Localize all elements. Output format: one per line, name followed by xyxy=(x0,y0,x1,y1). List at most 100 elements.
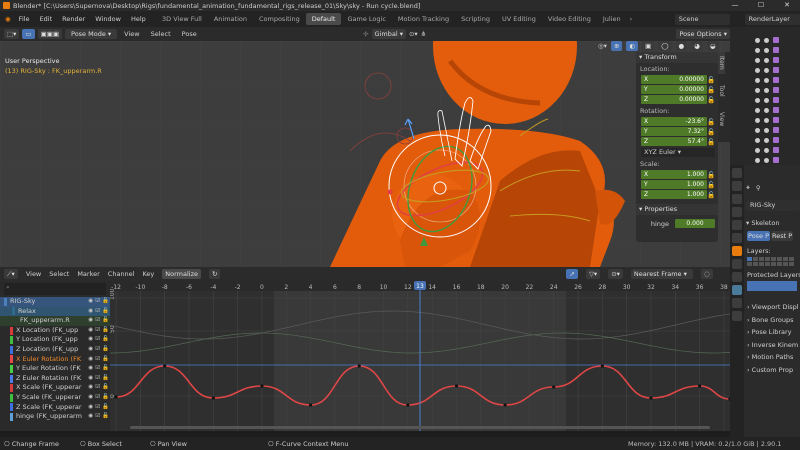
bone-tab-icon[interactable] xyxy=(732,298,742,308)
visibility-eye-icon[interactable] xyxy=(755,117,760,123)
bone-layer-grid[interactable] xyxy=(747,257,795,266)
rotation-z-field[interactable]: Z 57.4° xyxy=(641,137,707,146)
workspace-tab-scripting[interactable]: Scripting xyxy=(455,13,496,25)
channel-lock-icon[interactable]: 🔓 xyxy=(101,345,110,355)
menu-window[interactable]: Window xyxy=(90,15,126,23)
gizmo-toggle-icon[interactable]: ⊕ xyxy=(610,41,623,51)
graph-menu-select[interactable]: Select xyxy=(49,270,69,278)
fcurve-graph[interactable]: -12 -10 -8 -6 -4 -2 0 2 4 6 8 10 12 14 16 18 20 22 24 26 28 3… xyxy=(110,281,730,431)
channel-row[interactable]: Y Location (FK_upp ◉ ☑ 🔓 xyxy=(0,335,110,345)
editor-type-button[interactable]: ⬚▾ xyxy=(4,29,20,39)
modifier-tab-icon[interactable] xyxy=(732,259,742,269)
render-camera-icon[interactable] xyxy=(773,47,779,53)
lock-icon[interactable]: 🔓 xyxy=(707,191,715,199)
viewport-eye-icon[interactable] xyxy=(764,137,769,143)
scene-selector[interactable]: Scene xyxy=(674,13,731,25)
bone-data-icon[interactable]: ⚹ xyxy=(746,183,750,192)
render-camera-icon[interactable] xyxy=(773,67,779,73)
channel-row[interactable]: X Euler Rotation (FK ◉ ☑ 🔓 xyxy=(0,355,110,365)
channel-visibility-icon[interactable]: ◉ xyxy=(87,355,94,365)
outliner-row[interactable] xyxy=(730,145,800,155)
channel-checkbox-icon[interactable]: ☑ xyxy=(94,374,101,384)
visibility-eye-icon[interactable] xyxy=(755,77,760,83)
lock-icon[interactable]: 🔓 xyxy=(707,76,715,84)
location-z-field[interactable]: Z 0.00000 xyxy=(641,95,707,104)
render-camera-icon[interactable] xyxy=(773,137,779,143)
channel-lock-icon[interactable]: 🔓 xyxy=(101,316,110,326)
panel-pose-library[interactable]: › Pose Library xyxy=(747,326,800,339)
sidebar-tab-tool[interactable]: Tool xyxy=(718,80,725,102)
orientation-selector[interactable]: Gimbal ▾ xyxy=(371,29,406,39)
visibility-eye-icon[interactable] xyxy=(755,127,760,133)
lock-icon[interactable]: 🔓 xyxy=(707,118,715,126)
render-layer-selector[interactable]: RenderLayer xyxy=(744,13,800,25)
menu-render[interactable]: Render xyxy=(57,15,90,23)
channel-lock-icon[interactable]: 🔓 xyxy=(101,364,110,374)
xray-icon[interactable]: ▣ xyxy=(642,41,655,51)
workspace-tab-animation[interactable]: Animation xyxy=(208,13,253,25)
outliner-row[interactable] xyxy=(730,75,800,85)
select-mode-button[interactable]: ▣▣▣ xyxy=(37,29,62,39)
channel-checkbox-icon[interactable]: ☑ xyxy=(94,335,101,345)
channel-row[interactable]: Z Euler Rotation (FK ◉ ☑ 🔓 xyxy=(0,374,110,384)
graph-area[interactable]: -12 -10 -8 -6 -4 -2 0 2 4 6 8 10 12 14 16 18 20 22 24 26 28 3… xyxy=(110,281,730,431)
protected-layer-grid[interactable] xyxy=(747,281,797,291)
workspace-tab-video-editing[interactable]: Video Editing xyxy=(542,13,597,25)
armature-name-field[interactable]: RIG-Sky xyxy=(746,200,800,211)
location-y-field[interactable]: Y 0.00000 xyxy=(641,85,707,94)
viewport-menu-select[interactable]: Select xyxy=(147,30,175,38)
filter-icon[interactable]: ▽▾ xyxy=(585,269,601,279)
orientation-icon[interactable]: ⊹ xyxy=(363,30,368,38)
graph-menu-view[interactable]: View xyxy=(26,270,41,278)
visibility-eye-icon[interactable] xyxy=(755,67,760,73)
panel-viewport-display[interactable]: › Viewport Displ xyxy=(747,301,800,314)
maximize-icon[interactable]: ☐ xyxy=(748,0,774,11)
visibility-eye-icon[interactable] xyxy=(755,137,760,143)
channel-row[interactable]: Y Euler Rotation (FK ◉ ☑ 🔓 xyxy=(0,364,110,374)
menu-help[interactable]: Help xyxy=(126,15,151,23)
viewport-eye-icon[interactable] xyxy=(764,77,769,83)
workspace-tab-default[interactable]: Default xyxy=(305,13,342,25)
channel-checkbox-icon[interactable]: ☑ xyxy=(94,383,101,393)
channel-group-row[interactable]: Relax ◉ ☑ 🔓 xyxy=(0,306,110,317)
close-icon[interactable]: ✕ xyxy=(774,0,800,11)
lock-icon[interactable]: 🔓 xyxy=(707,171,715,179)
outliner-row[interactable] xyxy=(730,95,800,105)
channel-row[interactable]: X Location (FK_upp ◉ ☑ 🔓 xyxy=(0,326,110,336)
minimize-icon[interactable]: — xyxy=(722,0,748,11)
workspace-tab-game-logic[interactable]: Game Logic xyxy=(341,13,391,25)
visibility-eye-icon[interactable] xyxy=(755,97,760,103)
visibility-eye-icon[interactable] xyxy=(755,47,760,53)
snap-mode-dropdown[interactable]: Nearest Frame ▾ xyxy=(630,269,693,279)
render-tab-icon[interactable] xyxy=(732,181,742,191)
armature-data-tab-icon[interactable] xyxy=(732,285,742,295)
channel-checkbox-icon[interactable]: ☑ xyxy=(94,316,101,326)
tool-tab-icon[interactable] xyxy=(732,168,742,178)
mode-selector[interactable]: Pose Mode ▾ xyxy=(65,29,118,39)
viewport-menu-view[interactable]: View xyxy=(120,30,143,38)
location-x-field[interactable]: X 0.00000 xyxy=(641,75,707,84)
workspace-tab-uv-editing[interactable]: UV Editing xyxy=(496,13,542,25)
render-camera-icon[interactable] xyxy=(773,87,779,93)
channel-checkbox-icon[interactable]: ☑ xyxy=(94,412,101,422)
workspace-tab-3d-view-full[interactable]: 3D View Full xyxy=(156,13,208,25)
channel-visibility-icon[interactable]: ◉ xyxy=(87,335,94,345)
outliner-row[interactable] xyxy=(730,65,800,75)
outliner-row[interactable] xyxy=(730,45,800,55)
channel-object-row[interactable]: RIG-Sky ◉ ☑ 🔓 xyxy=(0,297,110,307)
channel-lock-icon[interactable]: 🔓 xyxy=(101,335,110,345)
viewport-eye-icon[interactable] xyxy=(764,107,769,113)
render-camera-icon[interactable] xyxy=(773,97,779,103)
lock-icon[interactable]: 🔓 xyxy=(707,96,715,104)
graph-menu-key[interactable]: Key xyxy=(142,270,154,278)
panel-inverse-kinematics[interactable]: › Inverse Kinem xyxy=(747,339,800,352)
3d-viewport[interactable]: User Perspective (13) RIG-Sky : FK_upper… xyxy=(0,41,730,267)
visibility-eye-icon[interactable] xyxy=(755,57,760,63)
outliner-row[interactable] xyxy=(730,35,800,45)
channel-visibility-icon[interactable]: ◉ xyxy=(87,403,94,413)
menu-file[interactable]: File xyxy=(14,15,35,23)
channel-checkbox-icon[interactable]: ☑ xyxy=(94,364,101,374)
render-camera-icon[interactable] xyxy=(773,107,779,113)
channel-visibility-icon[interactable]: ◉ xyxy=(87,326,94,336)
pose-position-button[interactable]: Pose P xyxy=(747,231,771,241)
